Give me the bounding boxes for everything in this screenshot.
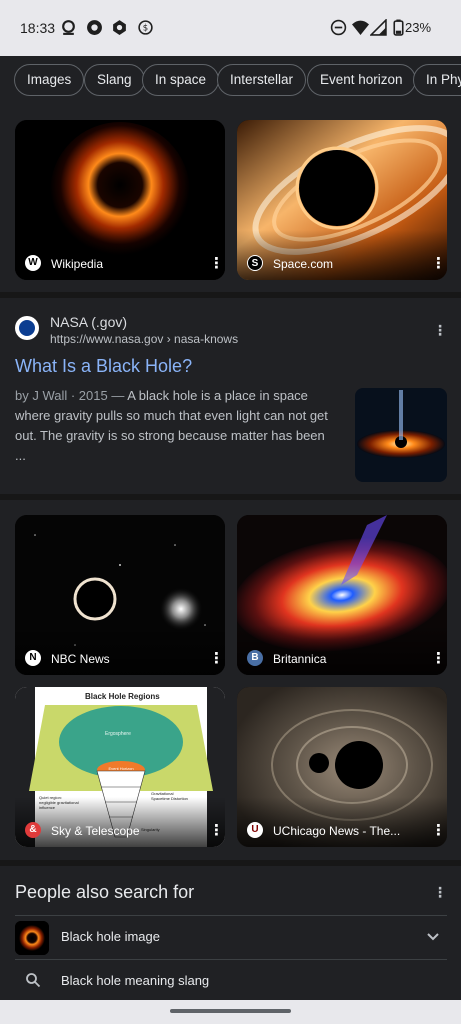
result-thumbnail[interactable]: [355, 388, 447, 482]
nasa-logo-icon: [15, 316, 39, 340]
svg-text:$: $: [143, 24, 148, 34]
image-card-nbc-news[interactable]: N NBC News ⋮: [15, 515, 225, 675]
more-options-icon[interactable]: ⋮: [433, 322, 447, 339]
signal-icon: [370, 19, 387, 36]
black-hole-image: [355, 388, 447, 482]
filter-chips: Images Slang In space Interstellar Event…: [0, 56, 461, 106]
settings-icon: [113, 20, 126, 35]
chip-slang[interactable]: Slang: [84, 64, 145, 96]
more-options-icon[interactable]: ⋮: [209, 823, 224, 839]
nbc-news-icon: N: [25, 650, 41, 666]
more-options-icon[interactable]: ⋮: [209, 651, 224, 667]
related-search-label: Black hole image: [61, 929, 160, 944]
result-meta: by J Wall · 2015 —: [15, 388, 128, 403]
related-search-item[interactable]: Black hole image: [15, 915, 447, 959]
battery-percent: 23%: [405, 20, 432, 35]
image-card-sky-telescope[interactable]: Black Hole Regions Ergosphere Event Hori…: [15, 687, 225, 847]
image-card-wikipedia[interactable]: W Wikipedia ⋮: [15, 120, 225, 280]
chevron-down-icon[interactable]: [425, 928, 441, 944]
home-gesture-handle[interactable]: [170, 1009, 291, 1013]
search-icon: [26, 973, 41, 988]
wikipedia-icon: W: [25, 255, 41, 271]
more-options-icon[interactable]: ⋮: [431, 823, 446, 839]
image-source: Space.com: [273, 257, 334, 271]
image-source: Sky & Telescope: [51, 824, 140, 838]
image-card-uchicago-news[interactable]: U UChicago News - The... ⋮: [237, 687, 447, 847]
image-card-britannica[interactable]: B Britannica ⋮: [237, 515, 447, 675]
result-snippet: by J Wall · 2015 — A black hole is a pla…: [15, 386, 335, 466]
result-title-link[interactable]: What Is a Black Hole?: [15, 356, 192, 377]
section-title: People also search for: [15, 882, 195, 902]
chip-in-space[interactable]: In space: [142, 64, 220, 96]
space-com-icon: S: [247, 255, 263, 271]
related-search-item[interactable]: Black hole meaning slang: [15, 959, 447, 1003]
image-card-space-com[interactable]: S Space.com ⋮: [237, 120, 447, 280]
result-site[interactable]: NASA (.gov): [50, 314, 127, 330]
chrome-icon: [87, 20, 102, 35]
dnd-icon: [330, 19, 347, 36]
more-options-icon[interactable]: ⋮: [431, 651, 446, 667]
diagram-label-event-horizon: Event Horizon: [108, 766, 134, 771]
chip-interstellar[interactable]: Interstellar: [217, 64, 307, 96]
more-options-icon[interactable]: ⋮: [433, 884, 447, 901]
result-url[interactable]: https://www.nasa.gov › nasa-knows: [50, 332, 238, 346]
uchicago-icon: U: [247, 822, 263, 838]
section-divider: [0, 494, 461, 500]
wifi-icon: [352, 20, 369, 35]
clock: 18:33: [20, 20, 56, 36]
image-source: Britannica: [273, 652, 327, 666]
notification-icon: [62, 20, 75, 35]
diagram-label-ergosphere: Ergosphere: [105, 731, 131, 737]
image-source: Wikipedia: [51, 257, 104, 271]
image-source: UChicago News - The...: [273, 824, 401, 838]
chip-event-horizon[interactable]: Event horizon: [307, 64, 416, 96]
more-options-icon[interactable]: ⋮: [209, 256, 224, 272]
image-source: NBC News: [51, 652, 110, 666]
related-search-label: Black hole meaning slang: [61, 973, 210, 988]
britannica-icon: B: [247, 650, 263, 666]
chip-images[interactable]: Images: [14, 64, 85, 96]
sync-icon: $: [138, 20, 153, 35]
status-bar: 18:33 $ 23%: [0, 0, 461, 56]
black-hole-thumbnail: [15, 921, 49, 955]
more-options-icon[interactable]: ⋮: [431, 256, 446, 272]
section-divider: [0, 292, 461, 298]
search-result: NASA (.gov) https://www.nasa.gov › nasa-…: [0, 300, 461, 494]
diagram-title: Black Hole Regions: [85, 692, 160, 701]
navigation-bar: [0, 1000, 461, 1024]
sky-telescope-icon: &: [25, 822, 41, 838]
people-also-search-section: People also search for ⋮ Black hole imag…: [0, 866, 461, 1000]
chip-in-physics[interactable]: In Phys: [413, 64, 461, 96]
